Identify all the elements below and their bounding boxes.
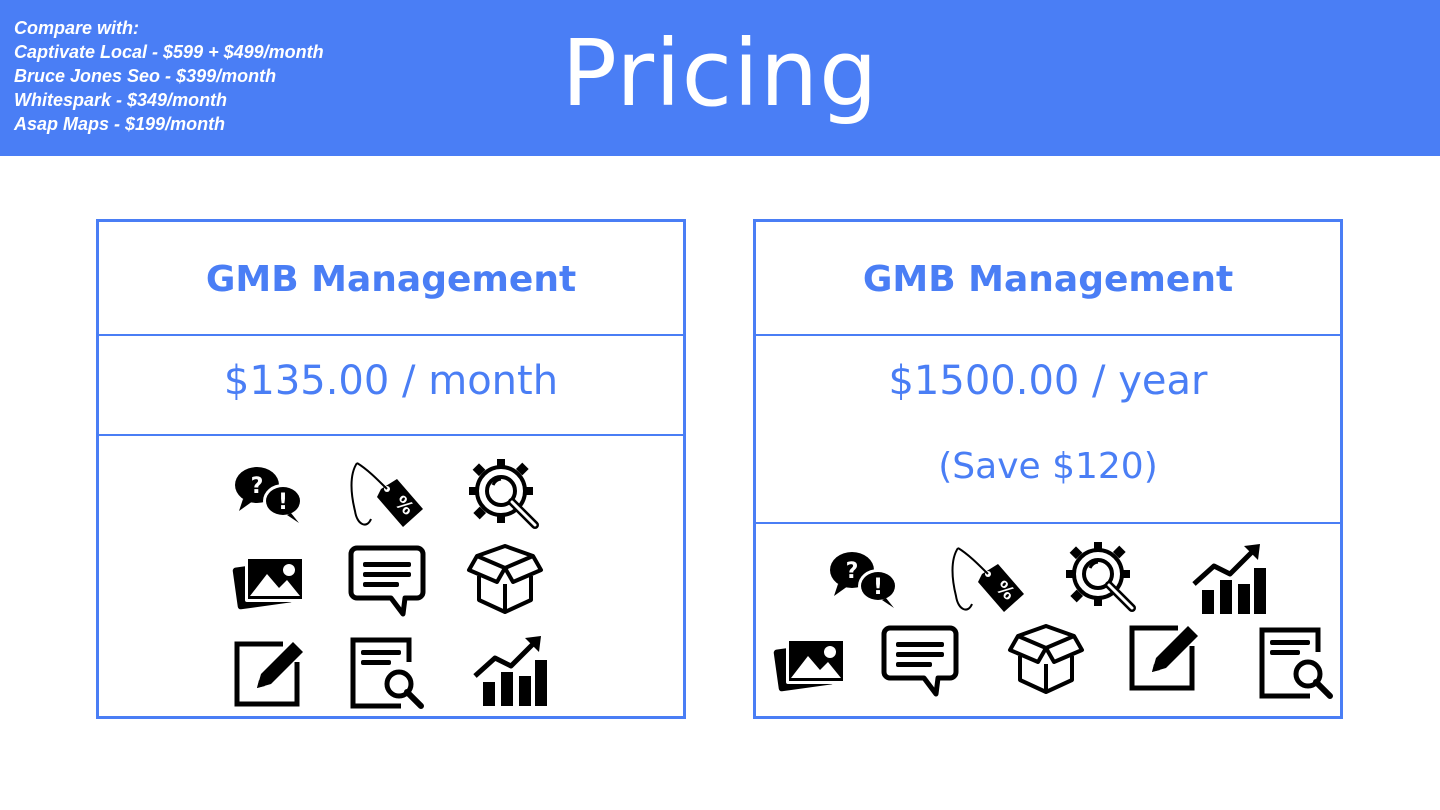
price-tag-icon bbox=[347, 455, 427, 535]
photos-icon bbox=[229, 540, 309, 620]
edit-post-icon bbox=[1124, 616, 1204, 696]
plan-title: GMB Management bbox=[205, 258, 577, 300]
chat-bubble-icon bbox=[880, 620, 960, 700]
qa-bubbles-icon bbox=[824, 540, 904, 620]
qa-bubbles-icon bbox=[229, 455, 309, 535]
divider bbox=[96, 434, 686, 436]
box-icon bbox=[465, 540, 545, 620]
monthly-plan-card: GMB Management $135.00 / month bbox=[96, 219, 686, 719]
chat-bubble-icon bbox=[347, 540, 427, 620]
header-banner: Compare with: Captivate Local - $599 + $… bbox=[0, 0, 1440, 156]
gear-search-icon bbox=[465, 455, 545, 535]
photos-icon bbox=[770, 622, 850, 702]
plan-price: $135.00 / month bbox=[223, 358, 559, 404]
divider bbox=[753, 522, 1343, 524]
page-title: Pricing bbox=[561, 20, 879, 127]
growth-chart-icon bbox=[471, 632, 551, 712]
edit-post-icon bbox=[229, 632, 309, 712]
price-tag-icon bbox=[948, 540, 1028, 620]
divider bbox=[96, 334, 686, 336]
plan-title: GMB Management bbox=[862, 258, 1234, 300]
divider bbox=[753, 334, 1343, 336]
gear-search-icon bbox=[1062, 538, 1142, 618]
document-search-icon bbox=[1256, 622, 1336, 702]
plan-savings: (Save $120) bbox=[938, 446, 1158, 487]
growth-chart-icon bbox=[1190, 540, 1270, 620]
plan-price: $1500.00 / year bbox=[888, 358, 1208, 404]
box-icon bbox=[1006, 620, 1086, 700]
document-search-icon bbox=[347, 632, 427, 712]
yearly-plan-card: GMB Management $1500.00 / year (Save $12… bbox=[753, 219, 1343, 719]
